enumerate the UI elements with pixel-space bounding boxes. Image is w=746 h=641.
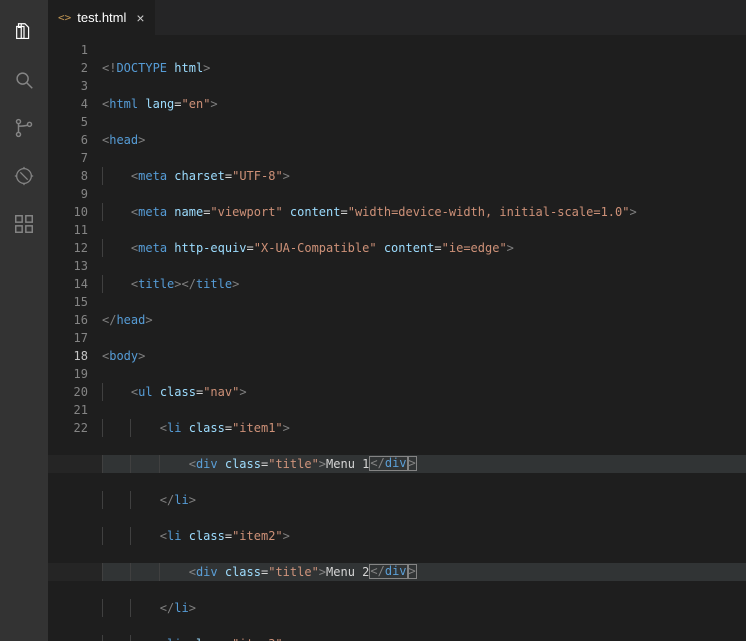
multi-cursor-selection: </div: [369, 456, 407, 471]
line-number: 1: [48, 41, 88, 59]
line-number: 11: [48, 221, 88, 239]
code-line[interactable]: <body>: [102, 347, 746, 365]
files-icon[interactable]: [0, 8, 48, 56]
code-line[interactable]: <div class="title">Menu 1</div>: [102, 455, 746, 473]
line-number: 17: [48, 329, 88, 347]
line-number: 14: [48, 275, 88, 293]
line-number: 6: [48, 131, 88, 149]
code-line[interactable]: <li class="item1">: [102, 419, 746, 437]
tab-bar: <> test.html ×: [48, 0, 746, 35]
multi-cursor-selection: >: [408, 564, 417, 579]
line-number: 21: [48, 401, 88, 419]
git-icon[interactable]: [0, 104, 48, 152]
line-number: 7: [48, 149, 88, 167]
line-number: 18: [48, 347, 88, 365]
code-line[interactable]: <title></title>: [102, 275, 746, 293]
multi-cursor-selection: </div: [369, 564, 407, 579]
code-editor[interactable]: 1 2 3 4 5 6 7 8 9 10 11 12 13 14 15 16 1…: [48, 35, 746, 641]
tab-label: test.html: [77, 10, 126, 25]
close-icon[interactable]: ×: [136, 10, 144, 26]
html-file-icon: <>: [58, 11, 71, 24]
line-number: 16: [48, 311, 88, 329]
app-root: <> test.html × 1 2 3 4 5 6 7 8 9 10 11 1…: [0, 0, 746, 641]
code-line[interactable]: <meta name="viewport" content="width=dev…: [102, 203, 746, 221]
code-line[interactable]: </li>: [102, 491, 746, 509]
code-line[interactable]: <meta http-equiv="X-UA-Compatible" conte…: [102, 239, 746, 257]
code-line[interactable]: <!DOCTYPE html>: [102, 59, 746, 77]
code-line[interactable]: </head>: [102, 311, 746, 329]
line-number: 3: [48, 77, 88, 95]
line-number: 22: [48, 419, 88, 437]
line-number: 10: [48, 203, 88, 221]
activity-bar: [0, 0, 48, 641]
line-number: 8: [48, 167, 88, 185]
line-number: 19: [48, 365, 88, 383]
line-number: 4: [48, 95, 88, 113]
code-line[interactable]: <meta charset="UTF-8">: [102, 167, 746, 185]
code-line[interactable]: <div class="title">Menu 2</div>: [102, 563, 746, 581]
line-number: 9: [48, 185, 88, 203]
editor-area: <> test.html × 1 2 3 4 5 6 7 8 9 10 11 1…: [48, 0, 746, 641]
search-icon[interactable]: [0, 56, 48, 104]
line-number-gutter: 1 2 3 4 5 6 7 8 9 10 11 12 13 14 15 16 1…: [48, 35, 102, 641]
extensions-icon[interactable]: [0, 200, 48, 248]
multi-cursor-selection: >: [408, 456, 417, 471]
tab-test-html[interactable]: <> test.html ×: [48, 0, 156, 35]
code-line[interactable]: <head>: [102, 131, 746, 149]
code-line[interactable]: </li>: [102, 599, 746, 617]
line-number: 2: [48, 59, 88, 77]
debug-icon[interactable]: [0, 152, 48, 200]
line-number: 13: [48, 257, 88, 275]
code-line[interactable]: <ul class="nav">: [102, 383, 746, 401]
code-line[interactable]: <li class="item2">: [102, 527, 746, 545]
line-number: 5: [48, 113, 88, 131]
line-number: 12: [48, 239, 88, 257]
line-number: 15: [48, 293, 88, 311]
code-line[interactable]: <html lang="en">: [102, 95, 746, 113]
line-number: 20: [48, 383, 88, 401]
code-content[interactable]: <!DOCTYPE html> <html lang="en"> <head> …: [102, 35, 746, 641]
code-line[interactable]: <li class="item3">: [102, 635, 746, 641]
